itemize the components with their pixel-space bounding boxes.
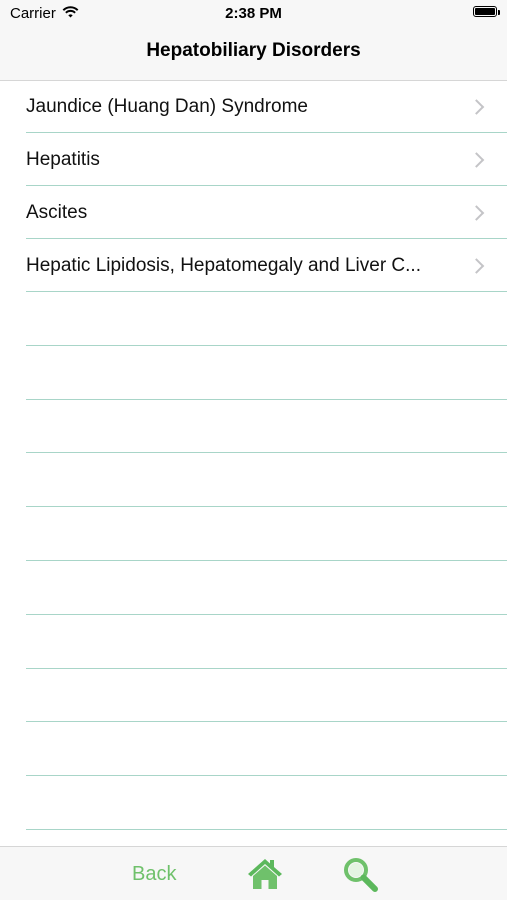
list-item[interactable]: Jaundice (Huang Dan) Syndrome bbox=[0, 80, 507, 133]
chevron-right-icon bbox=[468, 257, 485, 274]
chevron-right-icon bbox=[468, 204, 485, 221]
list-item-label: Hepatitis bbox=[26, 148, 100, 170]
battery-level bbox=[475, 8, 495, 15]
battery-icon bbox=[473, 6, 500, 17]
list-item-label: Jaundice (Huang Dan) Syndrome bbox=[26, 95, 308, 117]
empty-row bbox=[0, 507, 507, 561]
empty-row bbox=[0, 669, 507, 723]
screen: Carrier 2:38 PM Hepatobiliary Disorders … bbox=[0, 0, 507, 900]
chevron-right-icon bbox=[468, 151, 485, 168]
search-icon[interactable] bbox=[342, 856, 380, 894]
chevron-right-icon bbox=[468, 98, 485, 115]
empty-row bbox=[0, 615, 507, 669]
disorder-list: Jaundice (Huang Dan) Syndrome Hepatitis … bbox=[0, 80, 507, 830]
empty-row bbox=[0, 400, 507, 454]
back-button[interactable]: Back bbox=[132, 863, 176, 886]
empty-row bbox=[0, 561, 507, 615]
status-bar: Carrier 2:38 PM bbox=[0, 0, 507, 28]
navigation-bar: Carrier 2:38 PM Hepatobiliary Disorders bbox=[0, 0, 507, 81]
page-title: Hepatobiliary Disorders bbox=[146, 40, 361, 61]
empty-row bbox=[0, 453, 507, 507]
list-item[interactable]: Hepatitis bbox=[0, 133, 507, 186]
empty-row bbox=[0, 776, 507, 830]
status-time: 2:38 PM bbox=[225, 5, 282, 22]
empty-row bbox=[0, 346, 507, 400]
list-item-label: Hepatic Lipidosis, Hepatomegaly and Live… bbox=[26, 254, 421, 276]
list-item[interactable]: Ascites bbox=[0, 186, 507, 239]
empty-row bbox=[0, 722, 507, 776]
home-icon[interactable] bbox=[247, 857, 283, 891]
empty-row bbox=[0, 292, 507, 346]
list-item-label: Ascites bbox=[26, 201, 88, 223]
list-item[interactable]: Hepatic Lipidosis, Hepatomegaly and Live… bbox=[0, 239, 507, 292]
bottom-toolbar: Back bbox=[0, 846, 507, 900]
